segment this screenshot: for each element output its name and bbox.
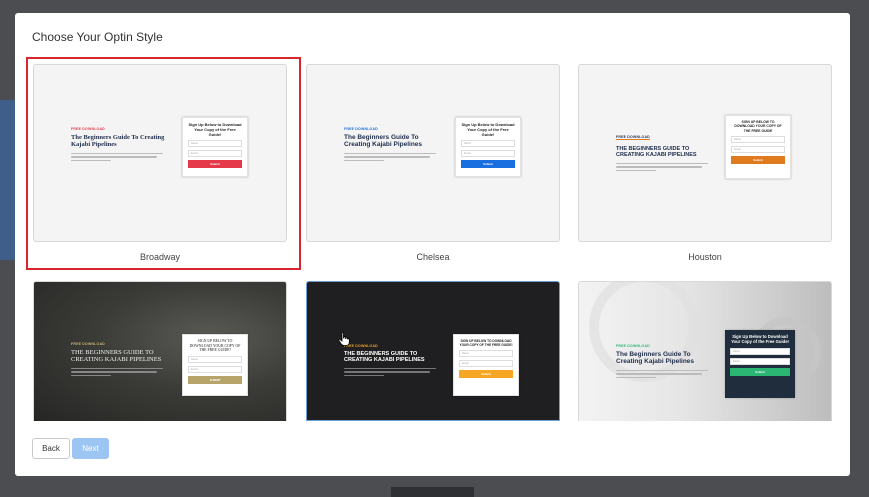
style-preview-chelsea: FREE DOWNLOAD The Beginners Guide To Cre… <box>306 64 560 242</box>
style-card-5[interactable]: FREE DOWNLOAD THE BEGINNERS GUIDE TO CRE… <box>306 281 560 421</box>
preview-form-title: SIGN UP BELOW TO DOWNLOAD YOUR COPY OF T… <box>459 339 513 347</box>
preview-submit-button: Submit <box>459 370 513 378</box>
preview-submit-button: Submit <box>731 155 785 164</box>
preview-name-field: Name <box>188 140 242 147</box>
back-button[interactable]: Back <box>32 438 70 459</box>
preview-submit-button: Submit <box>461 160 515 168</box>
preview-tag: FREE DOWNLOAD <box>344 127 378 131</box>
style-card-6[interactable]: FREE DOWNLOAD The Beginners Guide To Cre… <box>578 281 832 421</box>
preview-form: Sign Up Below to Download Your Copy of t… <box>455 117 521 177</box>
style-label-houston: Houston <box>688 252 722 262</box>
preview-submit-button: SUBMIT <box>188 376 242 385</box>
preview-email-field: Email <box>731 145 785 153</box>
backdrop-left-panel <box>0 100 15 260</box>
preview-form: SIGN UP BELOW TO DOWNLOAD YOUR COPY OF T… <box>182 334 248 396</box>
preview-email-field: Email <box>188 150 242 157</box>
style-preview-4: FREE DOWNLOAD THE BEGINNERS GUIDE TO CRE… <box>33 281 287 421</box>
backdrop-bottom-bar <box>391 487 474 497</box>
preview-headline: THE BEGINNERS GUIDE TO CREATING KAJABI P… <box>71 349 162 364</box>
style-card-houston[interactable]: FREE DOWNLOAD THE BEGINNERS GUIDE TO CRE… <box>578 64 832 264</box>
style-preview-broadway: FREE DOWNLOAD The Beginners Guide To Cre… <box>33 64 287 242</box>
preview-form: SIGN UP BELOW TO DOWNLOAD YOUR COPY OF T… <box>453 334 519 396</box>
preview-email-field: Email <box>459 360 513 367</box>
preview-headline: THE BEGINNERS GUIDE TO CREATING KAJABI P… <box>344 351 425 364</box>
preview-tag: FREE DOWNLOAD <box>616 344 650 348</box>
preview-name-field: Name <box>730 347 790 355</box>
preview-headline: THE BEGINNERS GUIDE TO CREATING KAJABI P… <box>616 146 697 159</box>
preview-headline: The Beginners Guide To Creating Kajabi P… <box>344 134 423 149</box>
preview-form: Sign Up Below to Download Your Copy of t… <box>182 117 248 177</box>
pointer-hand-icon <box>338 332 350 351</box>
preview-name-field: Name <box>731 135 785 143</box>
preview-tag: FREE DOWNLOAD <box>344 344 378 348</box>
preview-form-title: Sign Up Below to Download Your Copy of t… <box>188 122 242 137</box>
next-button[interactable]: Next <box>72 438 109 459</box>
preview-headline: The Beginners Guide To Creating Kajabi P… <box>616 351 695 366</box>
style-card-broadway[interactable]: FREE DOWNLOAD The Beginners Guide To Cre… <box>33 64 287 264</box>
preview-form: SIGN UP BELOW TO DOWNLOAD YOUR COPY OF T… <box>725 115 791 179</box>
preview-tag: FREE DOWNLOAD <box>616 135 650 140</box>
preview-headline: The Beginners Guide To Creating Kajabi P… <box>71 134 165 149</box>
preview-submit-button: Submit <box>730 367 790 376</box>
preview-email-field: Email <box>461 150 515 157</box>
style-card-4[interactable]: FREE DOWNLOAD THE BEGINNERS GUIDE TO CRE… <box>33 281 287 421</box>
preview-email-field: Email <box>188 366 242 374</box>
modal-title: Choose Your Optin Style <box>32 30 163 44</box>
style-card-chelsea[interactable]: FREE DOWNLOAD The Beginners Guide To Cre… <box>306 64 560 264</box>
style-preview-5: FREE DOWNLOAD THE BEGINNERS GUIDE TO CRE… <box>306 281 560 421</box>
style-label-chelsea: Chelsea <box>416 252 450 262</box>
preview-name-field: Name <box>188 356 242 364</box>
preview-form-title: SIGN UP BELOW TO DOWNLOAD YOUR COPY OF T… <box>734 120 782 133</box>
preview-tag: FREE DOWNLOAD <box>71 127 105 131</box>
style-label-broadway: Broadway <box>139 252 181 262</box>
preview-email-field: Email <box>730 357 790 365</box>
preview-name-field: Name <box>459 350 513 357</box>
preview-form-title: SIGN UP BELOW TO DOWNLOAD YOUR COPY OF T… <box>189 339 241 353</box>
preview-tag: FREE DOWNLOAD <box>71 342 105 346</box>
optin-style-modal: Choose Your Optin Style FREE DOWNLOAD Th… <box>15 13 850 476</box>
preview-form: Sign Up Below to Download Your Copy of t… <box>725 330 795 398</box>
preview-form-title: Sign Up Below to Download Your Copy of t… <box>731 334 789 345</box>
preview-name-field: Name <box>461 140 515 147</box>
preview-form-title: Sign Up Below to Download Your Copy of t… <box>461 122 515 137</box>
style-preview-houston: FREE DOWNLOAD THE BEGINNERS GUIDE TO CRE… <box>578 64 832 242</box>
style-preview-6: FREE DOWNLOAD The Beginners Guide To Cre… <box>578 281 832 421</box>
preview-submit-button: Submit <box>188 160 242 168</box>
